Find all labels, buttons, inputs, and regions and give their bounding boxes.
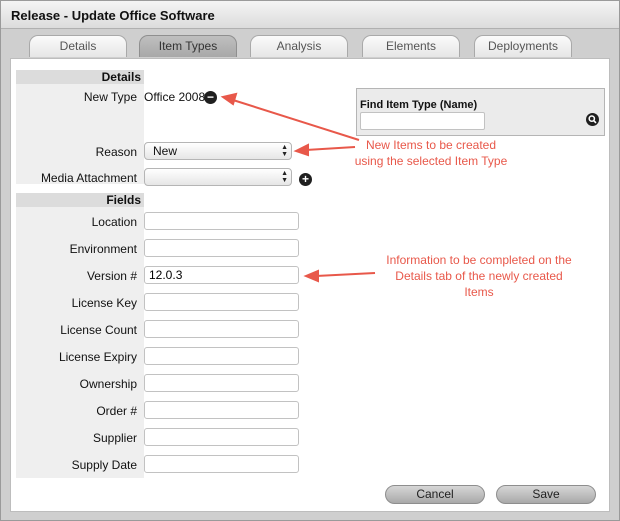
new-items-annotation: New Items to be created using the select… [354, 138, 508, 168]
tab-details[interactable]: Details [29, 35, 127, 57]
version-arrow [315, 272, 376, 277]
window-title: Release - Update Office Software [11, 8, 215, 23]
title-bar: Release - Update Office Software [1, 1, 619, 29]
tab-analysis[interactable]: Analysis [250, 35, 348, 57]
information-annotation: Information to be completed on the Detai… [386, 253, 572, 299]
release-window: Release - Update Office Software Details… [0, 0, 620, 521]
tab-item-types[interactable]: Item Types [139, 35, 237, 57]
reason-arrowhead [293, 143, 309, 157]
new-type-arrowhead [220, 92, 238, 106]
tab-elements[interactable]: Elements [362, 35, 460, 57]
save-button[interactable]: Save [496, 485, 596, 504]
item-types-panel: Details New Type Office 2008 − Reason Ne… [10, 58, 610, 512]
new-type-arrow [232, 99, 360, 141]
cancel-button[interactable]: Cancel [385, 485, 485, 504]
tab-deployments[interactable]: Deployments [474, 35, 572, 57]
version-arrowhead [303, 269, 319, 283]
reason-arrow [305, 146, 356, 151]
